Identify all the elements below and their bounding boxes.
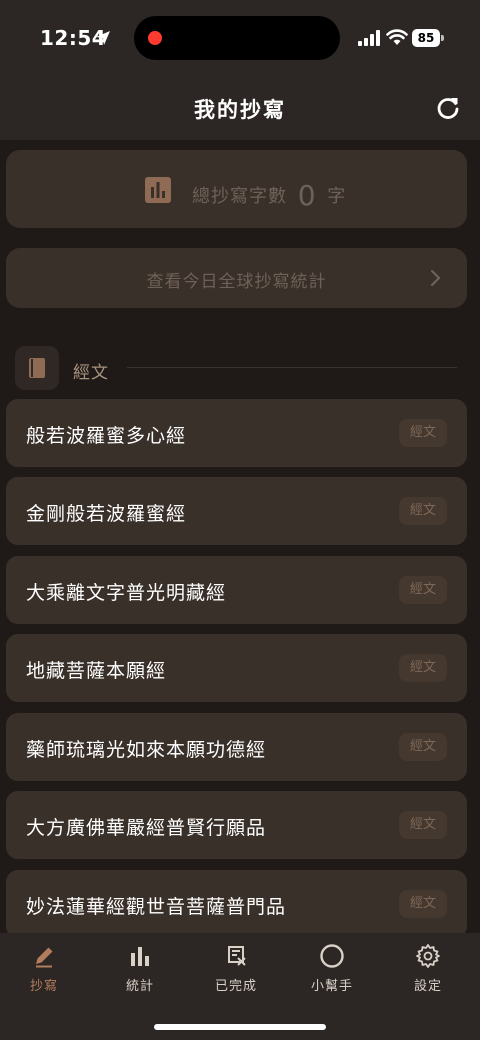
sutra-name: 大方廣佛華嚴經普賢行願品 [26,817,267,839]
list-item[interactable]: 地藏菩薩本願經 經文 [6,634,467,702]
dynamic-island [134,16,340,60]
list-item[interactable]: 大乘離文字普光明藏經 經文 [6,556,467,624]
sutra-tag: 經文 [399,733,447,761]
tab-label: 統計 [125,979,154,994]
total-characters-text: 總抄寫字數 0 字 [192,176,347,212]
pencil-icon [36,947,53,968]
sutra-name: 地藏菩薩本願經 [26,660,167,682]
sutra-tag: 經文 [399,890,447,918]
sutra-list: 般若波羅蜜多心經 經文 金剛般若波羅蜜經 經文 大乘離文字普光明藏經 經文 地藏… [6,399,467,933]
recording-indicator-icon [148,31,162,45]
list-item[interactable]: 金剛般若波羅蜜經 經文 [6,477,467,545]
sutra-name: 妙法蓮華經觀世音菩薩普門品 [26,896,287,918]
tab-label: 已完成 [214,979,257,994]
total-count: 0 [297,179,317,212]
sutra-tag: 經文 [399,654,447,682]
tab-helper[interactable]: 小幫手 [292,943,372,1003]
sutra-tag: 經文 [399,576,447,604]
tab-label: 設定 [413,979,442,994]
total-unit: 字 [327,186,347,207]
total-characters-card: 總抄寫字數 0 字 [6,150,467,228]
page-title: 我的抄寫 [194,98,286,122]
list-item[interactable]: 般若波羅蜜多心經 經文 [6,399,467,467]
tab-settings[interactable]: 設定 [388,943,468,1003]
section-divider [127,367,457,368]
tab-copy[interactable]: 抄寫 [4,943,84,1003]
tab-label: 抄寫 [29,979,58,994]
sutra-name: 大乘離文字普光明藏經 [26,582,227,604]
book-icon [29,358,45,378]
sutra-name: 般若波羅蜜多心經 [26,425,187,447]
sutra-section-header: 經文 [15,346,460,390]
bar-chart-icon [131,947,149,966]
list-item[interactable]: 大方廣佛華嚴經普賢行願品 經文 [6,791,467,859]
location-arrow-icon [96,31,110,45]
sutra-name: 金剛般若波羅蜜經 [26,503,187,525]
global-stats-button[interactable]: 查看今日全球抄寫統計 [6,248,467,308]
home-indicator[interactable] [154,1024,326,1030]
sutra-tag: 經文 [399,811,447,839]
battery-indicator: 85 [412,29,440,47]
battery-cap [441,35,444,41]
status-bar: 12:54 85 [0,0,480,80]
refresh-icon[interactable] [434,94,462,122]
circle-icon [320,944,344,968]
global-stats-label: 查看今日全球抄寫統計 [146,272,327,292]
cellular-signal-icon [358,30,380,46]
bar-chart-icon [145,177,171,203]
sutra-tag: 經文 [399,419,447,447]
completed-scroll-icon [228,946,246,966]
wifi-icon [386,29,408,45]
section-icon-box [15,346,59,390]
tab-stats[interactable]: 統計 [100,943,180,1003]
total-label: 總抄寫字數 [192,186,287,207]
tab-completed[interactable]: 已完成 [196,943,276,1003]
list-item[interactable]: 藥師琉璃光如來本願功德經 經文 [6,713,467,781]
list-item[interactable]: 妙法蓮華經觀世音菩薩普門品 經文 [6,870,467,933]
app-header: 我的抄寫 [0,80,480,140]
sutra-name: 藥師琉璃光如來本願功德經 [26,739,267,761]
gear-icon [416,944,440,968]
sutra-tag: 經文 [399,497,447,525]
chevron-right-icon [430,269,441,287]
section-title: 經文 [73,363,109,383]
tab-label: 小幫手 [310,979,353,994]
